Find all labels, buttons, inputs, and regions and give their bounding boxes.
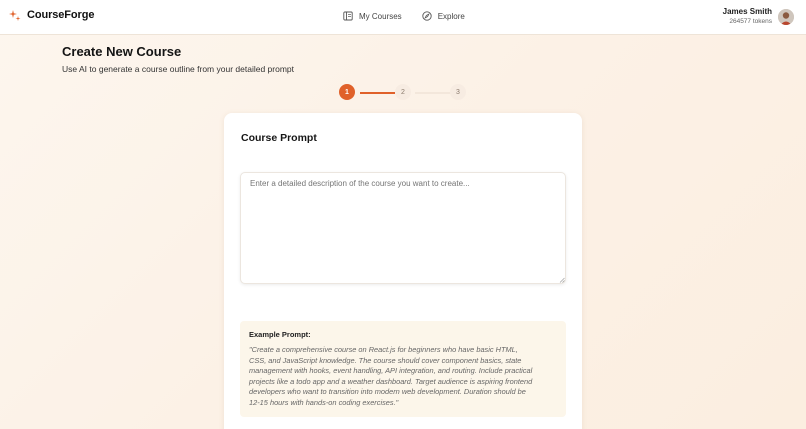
top-navbar: CourseForge My Courses Explore James Smi…	[0, 0, 806, 35]
avatar[interactable]	[778, 9, 794, 25]
example-line: 12-15 hours with hands-on coding exercis…	[249, 397, 399, 407]
example-line: CSS, and JavaScript knowledge. The cours…	[249, 355, 522, 365]
user-menu[interactable]: James Smith 264577 tokens	[723, 7, 794, 27]
brand[interactable]: CourseForge	[9, 9, 94, 21]
example-prompt-text: "Create a comprehensive course on React.…	[249, 345, 557, 409]
nav-explore[interactable]: Explore	[422, 11, 465, 21]
nav-my-courses-label: My Courses	[359, 11, 402, 21]
course-prompt-card: Course Prompt Example Prompt: "Create a …	[224, 113, 582, 429]
resize-handle-icon[interactable]	[559, 277, 565, 283]
token-balance: 264577 tokens	[729, 18, 772, 25]
step-connector-2	[415, 91, 451, 94]
progress-stepper: 1 2 3	[339, 84, 469, 100]
example-line: management with hooks, event handling, A…	[249, 366, 533, 376]
example-line: "Create a comprehensive course on React.…	[249, 345, 518, 354]
card-title: Course Prompt	[241, 132, 317, 144]
course-prompt-input[interactable]	[240, 172, 566, 284]
nav-my-courses[interactable]: My Courses	[343, 11, 402, 21]
step-3: 3	[450, 84, 466, 100]
example-prompt-box: Example Prompt: "Create a comprehensive …	[240, 321, 566, 417]
step-1: 1	[339, 84, 355, 100]
user-name: James Smith	[722, 7, 772, 16]
main-nav: My Courses Explore	[343, 11, 465, 21]
nav-explore-label: Explore	[437, 11, 465, 21]
book-icon	[343, 11, 353, 21]
compass-icon	[422, 11, 432, 21]
brand-name: CourseForge	[27, 9, 95, 21]
example-line: developers who want to transition into m…	[249, 387, 526, 397]
page-subtitle: Use AI to generate a course outline from…	[62, 64, 294, 74]
example-line: projects like a todo app and a weather d…	[249, 376, 533, 386]
page-title: Create New Course	[62, 44, 182, 59]
step-connector-1	[360, 91, 395, 94]
step-2: 2	[395, 84, 411, 100]
example-prompt-label: Example Prompt:	[249, 330, 311, 339]
sparkle-logo-icon	[9, 9, 21, 21]
